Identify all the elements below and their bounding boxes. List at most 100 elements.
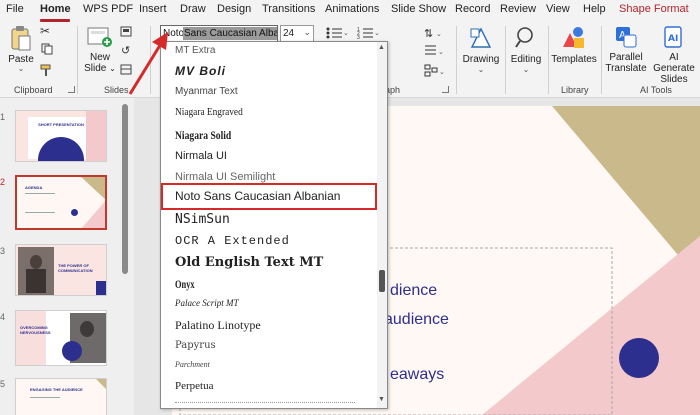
font-option[interactable]: Perpetua [175, 380, 213, 392]
slide-number: 3 [0, 246, 6, 256]
ai-generate-slides-button[interactable]: AI AI Generate Slides [648, 25, 700, 85]
font-option[interactable]: Nirmala UI Semilight [175, 171, 275, 183]
slide-text-line: dience [390, 282, 438, 299]
tab-transitions[interactable]: Transitions [262, 3, 315, 15]
tab-animations[interactable]: Animations [325, 3, 379, 15]
tab-record[interactable]: Record [455, 3, 490, 15]
slide-number: 4 [0, 312, 6, 322]
font-name-selected-text: Sans Caucasian Albani [183, 27, 277, 40]
paste-dropdown-icon[interactable]: ⌄ [6, 64, 36, 73]
scroll-down-icon[interactable]: ▼ [378, 396, 385, 403]
font-option[interactable]: MV Boli [175, 64, 226, 78]
paragraph-launcher-icon[interactable] [442, 86, 449, 93]
tab-home[interactable]: Home [40, 3, 71, 15]
separator [77, 26, 78, 94]
paste-button[interactable]: Paste ⌄ [6, 25, 36, 73]
slide-thumbnail-pane: 1 SHORT PRESENTATION 2 AGENDA 3 THE POWE… [0, 98, 134, 415]
font-option-noto-sans-caucasian-albanian[interactable]: Noto Sans Caucasian Albanian [161, 183, 377, 210]
font-option[interactable]: Papyrus [175, 340, 216, 351]
tab-slide-show[interactable]: Slide Show [391, 3, 446, 15]
tab-shape-format[interactable]: Shape Format [619, 3, 689, 15]
thumbnail-scrollbar[interactable] [121, 98, 129, 415]
tab-draw[interactable]: Draw [180, 3, 206, 15]
tab-wps-pdf[interactable]: WPS PDF [83, 3, 133, 15]
editing-button[interactable]: Editing ⌄ [508, 25, 544, 74]
separator [548, 26, 549, 94]
drawing-button[interactable]: Drawing ⌄ [461, 25, 501, 74]
font-option[interactable]: Parchment [175, 360, 210, 369]
thumb-title: THE POWER OF COMMUNICATION [58, 263, 93, 273]
chevron-down-icon: ⌄ [522, 65, 530, 74]
slide-text-line: eaways [390, 366, 445, 383]
pink-triangle [482, 236, 700, 415]
list-more-indicator [175, 402, 355, 404]
ai-generate-label: AI Generate [653, 52, 695, 74]
translate-label: Translate [605, 63, 647, 74]
svg-text:AI: AI [668, 34, 678, 44]
smartart-icon[interactable]: ⌄ [424, 64, 446, 78]
font-option[interactable]: Onyx [175, 277, 195, 292]
new-slide-label: New [89, 52, 110, 63]
library-group-label: Library [561, 85, 589, 95]
align-text-icon[interactable]: ⌄ [424, 44, 446, 58]
font-option[interactable]: NSimSun [175, 212, 230, 227]
tab-file[interactable]: File [6, 3, 24, 15]
format-painter-icon[interactable] [40, 64, 53, 77]
thumb-title: SHORT PRESENTATION [38, 122, 84, 127]
font-option[interactable]: Old English Text MT [175, 255, 323, 270]
slide-thumbnail-4[interactable]: OVERCOMING NERVOUSNESS [15, 310, 107, 366]
tab-help[interactable]: Help [583, 3, 606, 15]
font-list-scrollbar[interactable]: ▲ ▼ [377, 42, 387, 408]
cut-icon[interactable]: ✂ [40, 24, 50, 38]
templates-label: Templates [551, 54, 597, 65]
separator [601, 26, 602, 94]
numbering-icon[interactable]: 1 2 3 ⌄ [357, 26, 379, 40]
font-dropdown-list: MT Extra MV Boli Myanmar Text Niagara En… [160, 41, 388, 409]
templates-icon [563, 27, 584, 48]
navy-circle [619, 338, 659, 378]
svg-text:⌄: ⌄ [374, 30, 379, 37]
svg-text:⌄: ⌄ [343, 30, 348, 37]
shapes-icon [470, 27, 492, 48]
separator [456, 26, 457, 94]
tab-review[interactable]: Review [500, 3, 536, 15]
ribbon-tab-bar: File Home WPS PDF Insert Draw Design Tra… [0, 0, 700, 22]
parallel-translate-button[interactable]: A Parallel Translate [603, 25, 649, 74]
slide-thumbnail-3[interactable]: THE POWER OF COMMUNICATION [15, 244, 107, 296]
chevron-down-icon: ⌄ [477, 65, 485, 74]
clipboard-launcher-icon[interactable] [68, 86, 75, 93]
scrollbar-thumb[interactable] [379, 270, 385, 292]
font-option[interactable]: Niagara Engraved [175, 106, 243, 118]
ai-generate-slides-label: Slides [660, 74, 688, 85]
slide-thumbnail-2[interactable]: AGENDA [15, 175, 107, 230]
slide-thumbnail-1[interactable]: SHORT PRESENTATION [15, 110, 107, 162]
slide-number: 1 [0, 112, 6, 122]
font-option[interactable]: MT Extra [175, 45, 215, 56]
scrollbar-thumb[interactable] [122, 104, 128, 274]
bullets-icon[interactable]: ⌄ [326, 26, 348, 40]
ai-tools-group-label: AI Tools [640, 85, 672, 95]
text-direction-icon[interactable]: ⇅ ⌄ [424, 26, 446, 40]
font-option[interactable]: Nirmala UI [175, 150, 227, 162]
font-option[interactable]: Palatino Linotype [175, 318, 261, 333]
slide-thumbnail-5[interactable]: ENGAGING THE AUDIENCE [15, 378, 107, 415]
ai-generate-icon: AI [664, 26, 682, 48]
copy-icon[interactable] [41, 43, 53, 55]
slide-number: 2 [0, 177, 6, 187]
new-slide-icon [87, 27, 112, 47]
font-option[interactable]: OCR A Extended [175, 234, 290, 248]
translate-icon: A [616, 27, 637, 48]
tab-view[interactable]: View [546, 3, 570, 15]
tab-design[interactable]: Design [217, 3, 251, 15]
thumb-title: ENGAGING THE AUDIENCE [30, 387, 83, 392]
font-option[interactable]: Myanmar Text [175, 86, 238, 97]
font-option[interactable]: Niagara Solid [175, 128, 231, 143]
font-option[interactable]: Palace Script MT [175, 298, 239, 308]
tab-insert[interactable]: Insert [139, 3, 167, 15]
new-slide-button[interactable]: New Slide ⌄ [84, 25, 116, 74]
thumb-title: OVERCOMING NERVOUSNESS [20, 325, 51, 335]
chevron-down-icon[interactable]: ⌄ [303, 27, 311, 38]
templates-button[interactable]: Templates [550, 25, 598, 65]
drawing-label: Drawing [462, 54, 500, 65]
scroll-up-icon[interactable]: ▲ [378, 44, 385, 51]
